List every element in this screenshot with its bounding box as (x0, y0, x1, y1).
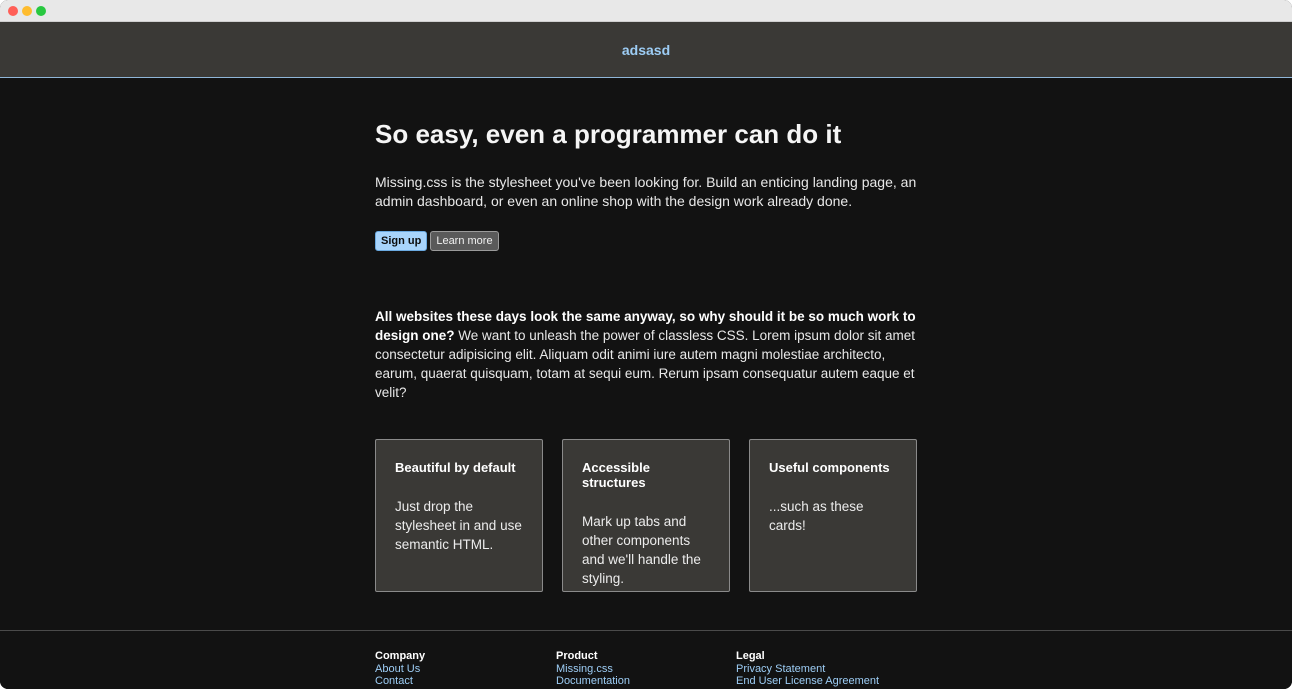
card-body: Mark up tabs and other components and we… (582, 514, 701, 586)
footer-column-legal: Legal Privacy Statement End User License… (736, 650, 879, 688)
minimize-window-icon[interactable] (22, 6, 32, 16)
footer-link-missing-css[interactable]: Missing.css (556, 663, 630, 676)
feature-cards: Beautiful by default Just drop the style… (375, 439, 917, 592)
close-window-icon[interactable] (8, 6, 18, 16)
learn-more-button[interactable]: Learn more (430, 231, 499, 251)
site-header: adsasd (0, 22, 1292, 78)
footer-link-about-us[interactable]: About Us (375, 663, 425, 676)
footer-column-title: Product (556, 650, 598, 662)
hero-title: So easy, even a programmer can do it (375, 119, 842, 149)
feature-card: Useful components ...such as these cards… (749, 439, 917, 592)
maximize-window-icon[interactable] (36, 6, 46, 16)
feature-card: Accessible structures Mark up tabs and o… (562, 439, 730, 592)
window-titlebar (0, 0, 1292, 22)
footer-column-product: Product Missing.css Documentation (556, 650, 630, 688)
intro-text: We want to unleash the power of classles… (375, 328, 915, 400)
sign-up-button[interactable]: Sign up (375, 231, 428, 251)
card-title: Useful components (769, 460, 890, 475)
card-body: ...such as these cards! (769, 499, 864, 533)
hero-actions: Sign up Learn more (375, 231, 499, 251)
footer-link-contact[interactable]: Contact (375, 675, 425, 688)
footer-link-privacy-statement[interactable]: Privacy Statement (736, 663, 879, 676)
card-body: Just drop the stylesheet in and use sema… (395, 499, 522, 552)
card-title: Beautiful by default (395, 460, 516, 475)
footer-column-company: Company About Us Contact (375, 650, 425, 688)
site-footer: Company About Us Contact Product Missing… (0, 630, 1292, 689)
browser-window: adsasd So easy, even a programmer can do… (0, 0, 1292, 689)
footer-column-title: Company (375, 650, 426, 662)
footer-column-title: Legal (736, 650, 765, 662)
footer-link-documentation[interactable]: Documentation (556, 675, 630, 688)
hero-lead: Missing.css is the stylesheet you've bee… (375, 174, 917, 209)
intro-paragraph: All websites these days look the same an… (375, 307, 920, 402)
card-title: Accessible structures (582, 460, 650, 490)
feature-card: Beautiful by default Just drop the style… (375, 439, 543, 592)
footer-link-eula[interactable]: End User License Agreement (736, 675, 879, 688)
brand-link[interactable]: adsasd (622, 42, 670, 58)
